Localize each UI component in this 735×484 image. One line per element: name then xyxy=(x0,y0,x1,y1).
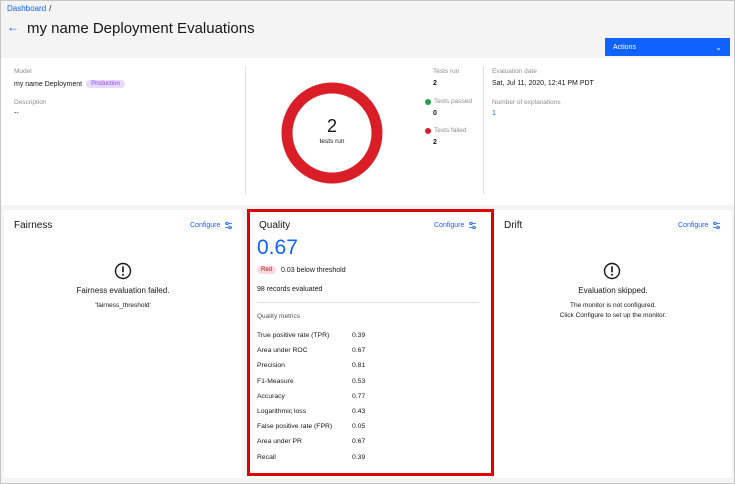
metric-value: 0.43 xyxy=(352,408,366,416)
fairness-title: Fairness xyxy=(14,220,53,231)
breadcrumb-dashboard-link[interactable]: Dashboard xyxy=(7,4,46,13)
quality-card: Quality Configure 0.67 Red 0.03 below th… xyxy=(249,210,491,478)
metric-value: 0.39 xyxy=(352,453,366,461)
tests-failed-label-row: Tests failed xyxy=(425,127,467,134)
tests-failed-label: Tests failed xyxy=(434,127,467,134)
breadcrumb: Dashboard / xyxy=(7,4,51,13)
divider xyxy=(245,66,246,194)
warning-alt-icon xyxy=(114,262,132,280)
fairness-sub: 'fairness_threshold' xyxy=(95,302,151,309)
description-label: Description xyxy=(14,99,47,106)
threshold-text: 0.03 below threshold xyxy=(281,266,346,274)
drift-message: Evaluation skipped. xyxy=(578,286,648,295)
drift-card: Drift Configure Evaluation skipped. The … xyxy=(494,210,732,478)
evaluation-summary: Model my name Deployment Production Desc… xyxy=(1,58,734,205)
metric-row: Precision 0.81 xyxy=(257,358,457,373)
metric-value: 0.67 xyxy=(352,438,366,446)
description-value: -- xyxy=(14,110,19,117)
metric-row: True positive rate (TPR) 0.39 xyxy=(257,328,457,343)
quality-configure-link[interactable]: Configure xyxy=(434,221,477,230)
settings-adjust-icon xyxy=(224,221,233,230)
red-dot-icon xyxy=(425,127,431,134)
drift-title: Drift xyxy=(504,220,523,231)
metric-name: Precision xyxy=(257,362,285,370)
records-evaluated: 98 records evaluated xyxy=(257,286,323,293)
metric-value: 0.81 xyxy=(352,362,366,370)
quality-metrics-table: True positive rate (TPR) 0.39 Area under … xyxy=(257,328,457,465)
metric-row: False positive rate (FPR) 0.05 xyxy=(257,419,457,434)
warning-alt-icon xyxy=(603,262,621,280)
actions-label: Actions xyxy=(613,43,636,51)
configure-label: Configure xyxy=(678,222,709,229)
explanations-label: Number of explanations xyxy=(492,99,561,106)
quality-title: Quality xyxy=(259,220,291,231)
metric-row: Area under PR 0.67 xyxy=(257,434,457,449)
metric-row: Logarithmic loss 0.43 xyxy=(257,404,457,419)
fairness-message: Fairness evaluation failed. xyxy=(76,286,170,295)
quality-metrics-label: Quality metrics xyxy=(257,313,300,320)
metric-name: Area under PR xyxy=(257,438,302,446)
metric-name: F1-Measure xyxy=(257,377,294,385)
model-name: my name Deployment xyxy=(14,80,83,88)
breadcrumb-separator: / xyxy=(49,4,52,13)
configure-label: Configure xyxy=(434,222,465,229)
metric-name: Area under ROC xyxy=(257,347,308,355)
fairness-card: Fairness Configure Fairness evaluation f… xyxy=(4,210,242,478)
settings-adjust-icon xyxy=(468,221,477,230)
drift-configure-link[interactable]: Configure xyxy=(678,221,721,230)
tests-failed-value: 2 xyxy=(433,139,437,146)
metric-value: 0.39 xyxy=(352,332,366,340)
tests-passed-value: 0 xyxy=(433,110,437,117)
threshold-row: Red 0.03 below threshold xyxy=(257,266,346,274)
production-tag: Production xyxy=(86,80,125,88)
metric-row: Area under ROC 0.67 xyxy=(257,343,457,358)
back-arrow-icon[interactable]: ← xyxy=(7,20,19,34)
evaluation-date-label: Evaluation date xyxy=(492,68,537,75)
tests-run-label: Tests run xyxy=(433,68,460,75)
metric-row: F1-Measure 0.53 xyxy=(257,374,457,389)
metric-name: Recall xyxy=(257,453,276,461)
metric-value: 0.53 xyxy=(352,377,366,385)
tests-passed-label: Tests passed xyxy=(434,98,472,105)
chevron-down-icon: ⌄ xyxy=(715,42,722,52)
divider xyxy=(483,66,484,194)
metric-name: Logarithmic loss xyxy=(257,408,307,416)
actions-dropdown-button[interactable]: Actions ⌄ xyxy=(605,38,730,56)
metric-row: Accuracy 0.77 xyxy=(257,389,457,404)
metric-name: True positive rate (TPR) xyxy=(257,332,330,340)
model-value-row: my name Deployment Production xyxy=(14,80,125,88)
divider xyxy=(257,302,479,303)
model-label: Model xyxy=(14,68,32,75)
settings-adjust-icon xyxy=(712,221,721,230)
tests-passed-label-row: Tests passed xyxy=(425,98,472,105)
metric-row: Recall 0.39 xyxy=(257,450,457,465)
drift-sub-line-1: The monitor is not configured. xyxy=(570,302,656,309)
page-title: my name Deployment Evaluations xyxy=(27,20,255,37)
configure-label: Configure xyxy=(190,222,221,229)
metric-value: 0.05 xyxy=(352,423,366,431)
metric-name: Accuracy xyxy=(257,392,285,400)
donut-count: 2 xyxy=(326,116,337,136)
fairness-configure-link[interactable]: Configure xyxy=(190,221,233,230)
donut-caption: tests run xyxy=(319,138,345,145)
tests-run-value: 2 xyxy=(433,80,437,87)
status-badge: Red xyxy=(257,266,277,274)
metric-name: False positive rate (FPR) xyxy=(257,423,333,431)
explanations-link[interactable]: 1 xyxy=(492,110,496,117)
green-dot-icon xyxy=(425,98,431,105)
metric-value: 0.67 xyxy=(352,347,366,355)
evaluation-date-value: Sat, Jul 11, 2020, 12:41 PM PDT xyxy=(492,80,594,87)
quality-score: 0.67 xyxy=(257,236,298,259)
page-header: Dashboard / ← my name Deployment Evaluati… xyxy=(1,1,734,58)
drift-sub-line-2: Click Configure to set up the monitor. xyxy=(559,312,667,319)
metric-value: 0.77 xyxy=(352,392,366,400)
